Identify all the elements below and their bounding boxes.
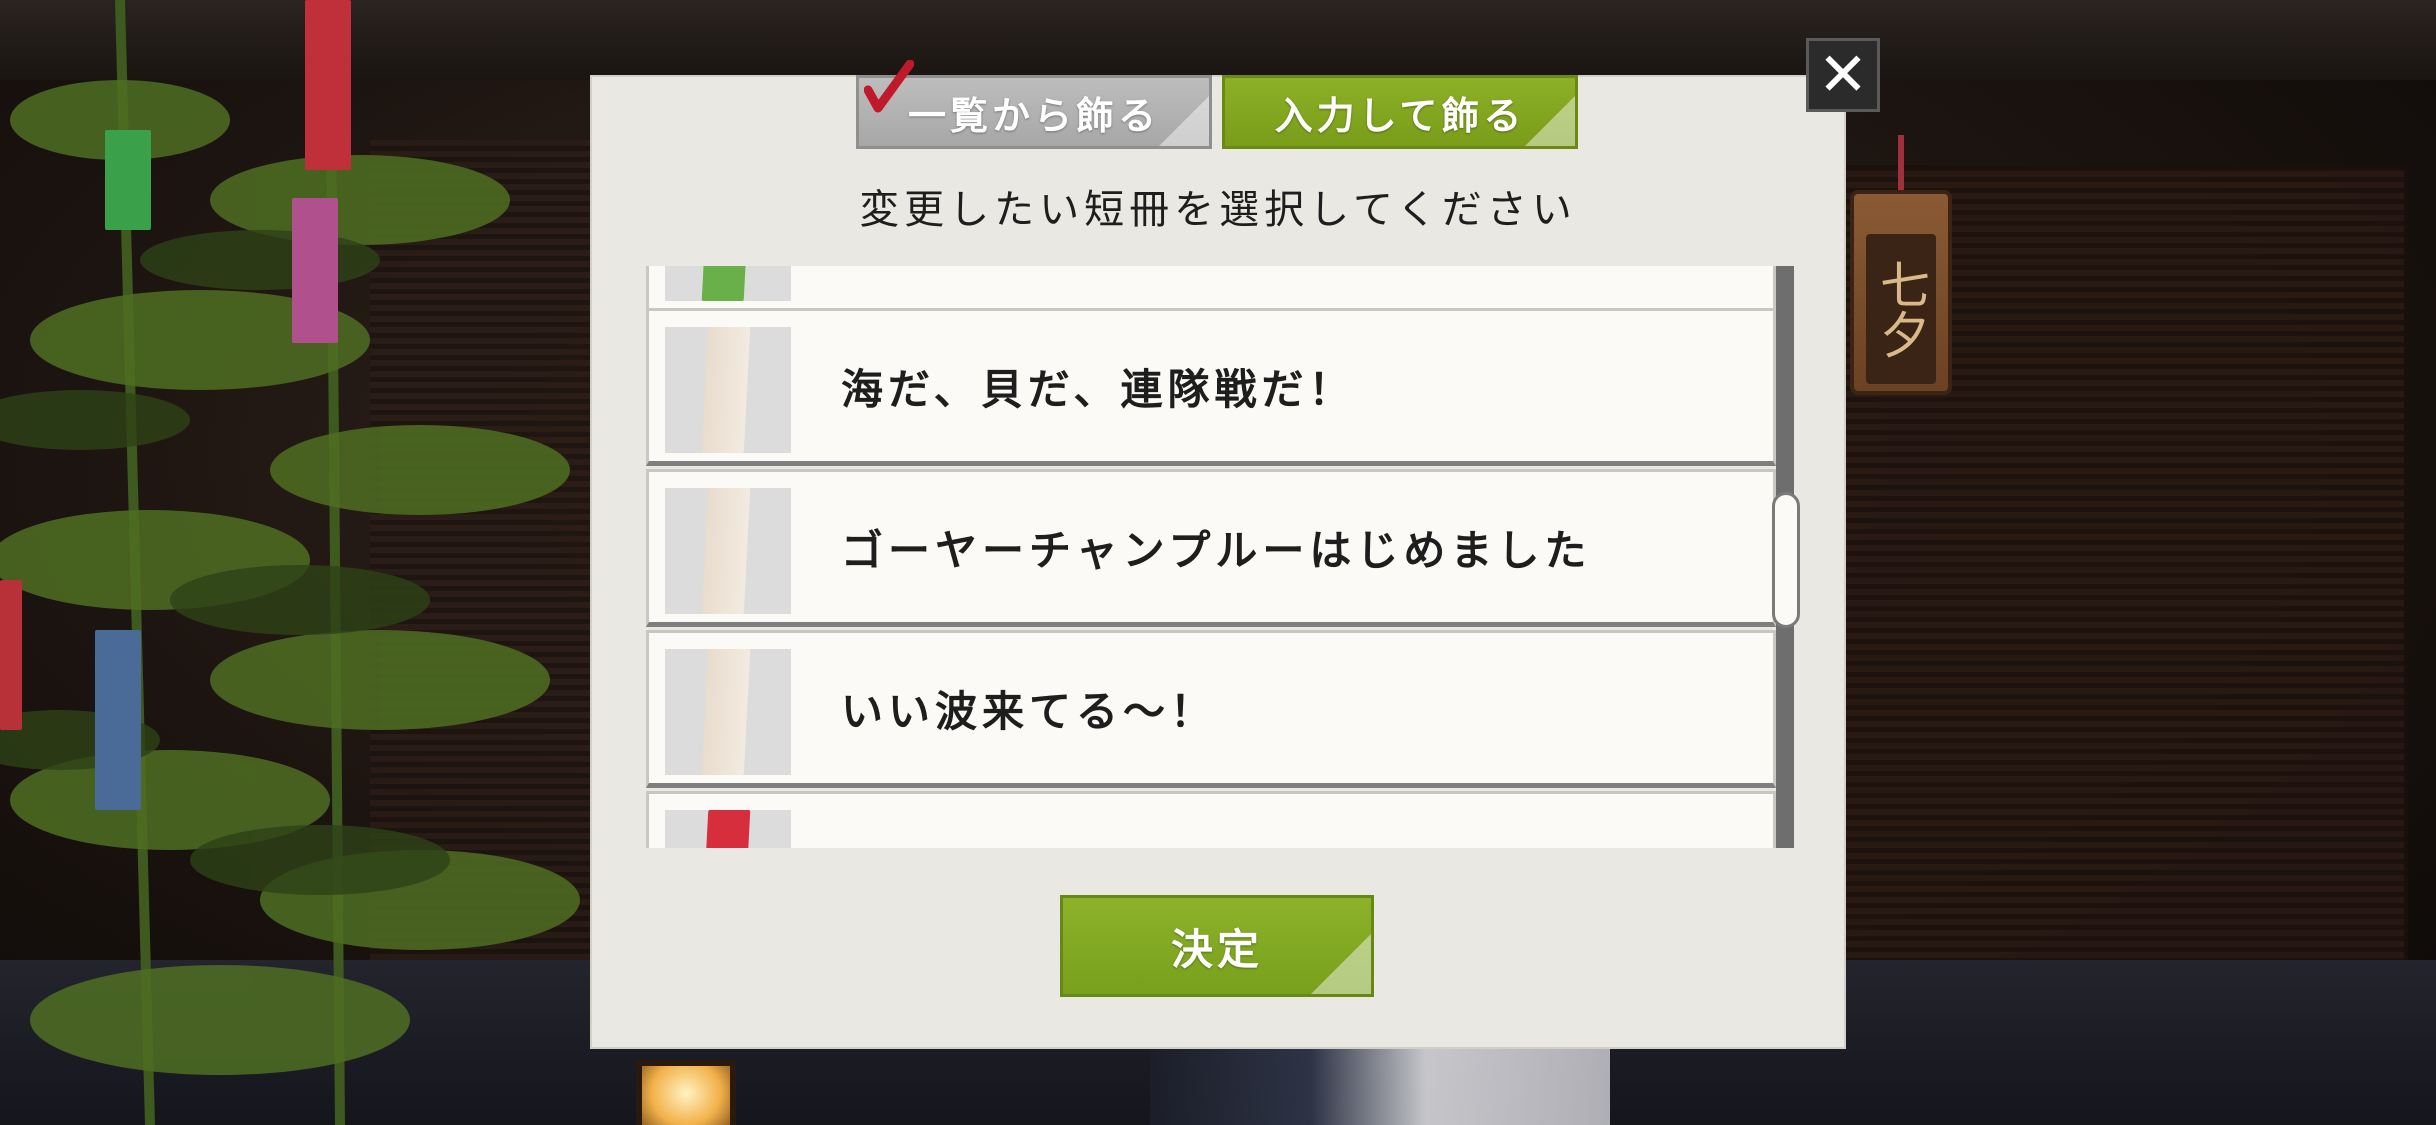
confirm-button[interactable]: 決定: [1060, 895, 1374, 997]
close-icon: ✕: [1817, 40, 1869, 110]
tanzaku-wish-text: ゴーヤーチャンプルーはじめました: [841, 525, 1592, 575]
tanzaku-wish-text: 海だ、貝だ、連隊戦だ！: [841, 364, 1356, 414]
tanzaku-thumbnail: [665, 810, 791, 848]
tanzaku-strip: [701, 488, 751, 614]
tanzaku-strip: [701, 810, 751, 848]
bg-tanzaku-green: [105, 130, 151, 230]
tanzaku-list-item[interactable]: [646, 791, 1776, 848]
tab-choose-from-list-label: 一覧から飾る: [907, 92, 1160, 138]
plaque-text: 七夕: [1866, 234, 1936, 384]
bg-tanzaku-blue: [95, 630, 141, 810]
dialog-prompt: 変更したい短冊を選択してください: [859, 187, 1577, 233]
bg-tanzaku-red: [305, 0, 351, 170]
character-figure-partial: [1150, 1045, 1610, 1125]
tanabata-plaque: 七夕: [1850, 190, 1952, 395]
close-button[interactable]: ✕: [1806, 38, 1880, 112]
tanzaku-thumbnail: [665, 649, 791, 775]
tanzaku-list[interactable]: 海だ、貝だ、連隊戦だ！ ゴーヤーチャンプルーはじめました いい波来てる～！: [646, 266, 1776, 848]
button-corner-decoration: [1311, 934, 1371, 994]
tanzaku-list-item[interactable]: [646, 266, 1776, 314]
paper-lantern: [636, 1060, 736, 1125]
checkmark-icon: [864, 60, 914, 113]
tab-input-text-label: 入力して飾る: [1274, 92, 1526, 138]
game-screen: 七夕 一覧から飾る 入力して飾る ✕ 変更したい短冊を選択してください 海だ、貝…: [0, 0, 2436, 1125]
bg-tanzaku-red-small: [0, 580, 22, 730]
tanzaku-thumbnail: [665, 488, 791, 614]
tanzaku-list-item[interactable]: 海だ、貝だ、連隊戦だ！: [646, 308, 1776, 466]
tanzaku-wish-text: いい波来てる～！: [841, 686, 1218, 736]
bg-tanzaku-pink: [292, 198, 338, 343]
tanzaku-thumbnail: [665, 327, 791, 453]
tab-corner-decoration: [1525, 96, 1575, 146]
tanzaku-strip: [701, 266, 751, 301]
tanzaku-thumbnail: [665, 266, 791, 301]
tab-input-text[interactable]: 入力して飾る: [1222, 75, 1578, 149]
tab-corner-decoration: [1159, 96, 1209, 146]
tanzaku-list-item[interactable]: ゴーヤーチャンプルーはじめました: [646, 469, 1776, 627]
tanzaku-strip: [701, 327, 751, 453]
scrollbar-thumb[interactable]: [1772, 492, 1800, 628]
confirm-button-label: 決定: [1170, 924, 1263, 974]
plaque-string: [1898, 135, 1904, 195]
tanzaku-list-item[interactable]: いい波来てる～！: [646, 630, 1776, 788]
tanzaku-strip: [701, 649, 751, 775]
